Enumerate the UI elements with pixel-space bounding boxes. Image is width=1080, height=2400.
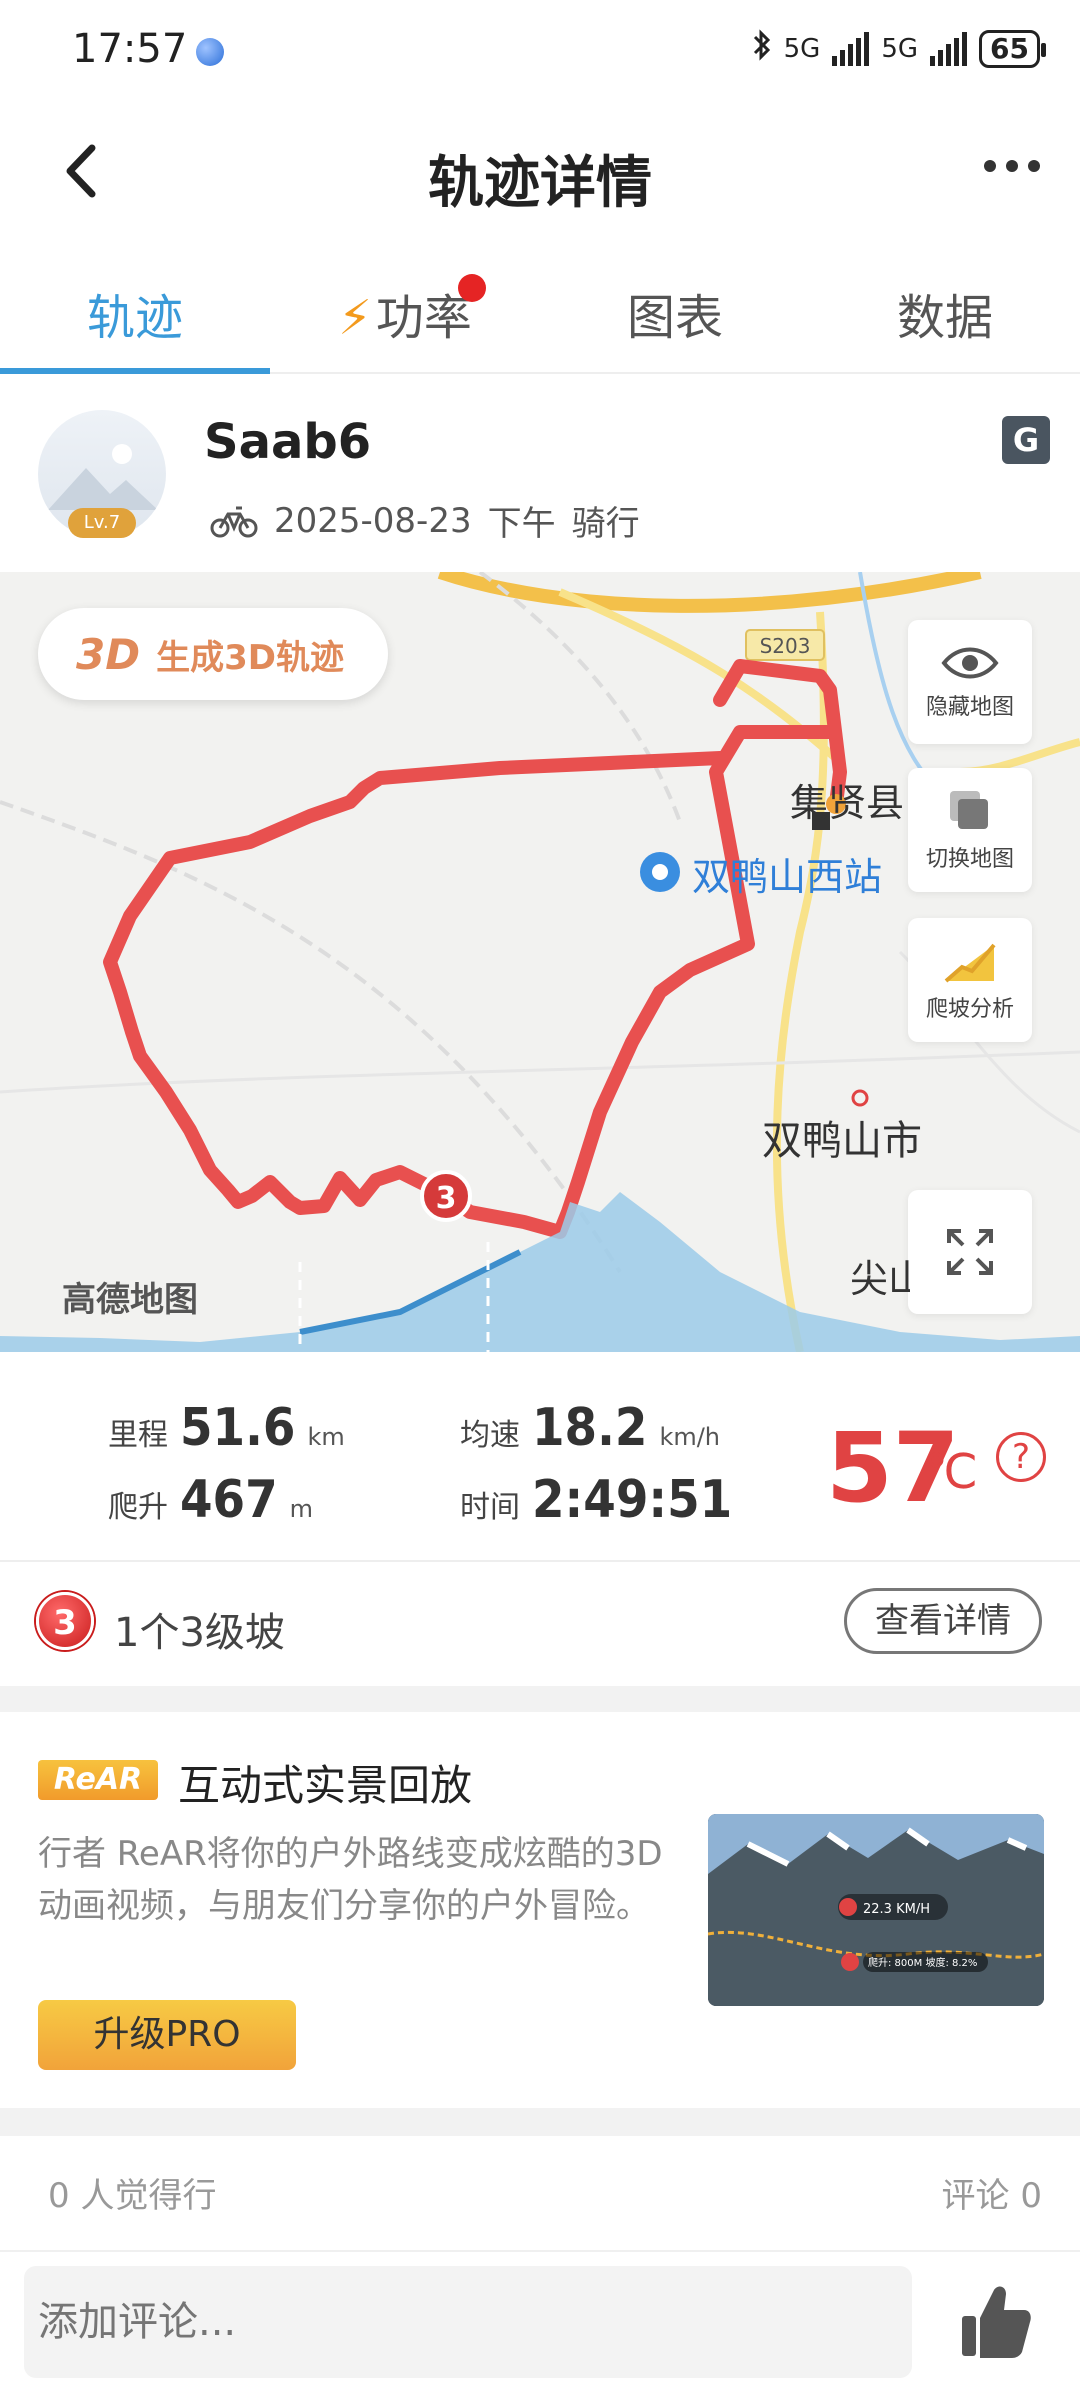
rear-description: 行者 ReAR将你的户外路线变成炫酷的3D 动画视频，与朋友们分享你的户外冒险。 xyxy=(38,1834,663,1926)
rear-preview-image[interactable]: 22.3 KM/H 爬升: 800M 坡度: 8.2% xyxy=(708,1814,1044,2006)
map-provider-logo: 高德地图 xyxy=(62,1280,198,1320)
layers-icon xyxy=(950,791,988,829)
upgrade-pro-button[interactable]: 升级PRO xyxy=(38,2000,296,2070)
status-time: 17:57 xyxy=(72,26,188,72)
activity-time-of-day: 下午 xyxy=(487,504,556,544)
rear-logo: ReAR xyxy=(38,1760,158,1800)
comment-input[interactable] xyxy=(24,2266,912,2378)
activity-meta: 2025-08-23 下午 骑行 xyxy=(210,496,640,545)
view-details-button[interactable]: 查看详情 xyxy=(844,1588,1042,1654)
tab-bar: 轨迹 ⚡功率 图表 数据 xyxy=(0,262,1080,374)
map-label-district: 尖山区 xyxy=(850,1257,910,1301)
activity-date: 2025-08-23 xyxy=(274,500,472,541)
slope-icon xyxy=(944,943,996,983)
social-summary: 0 人觉得行 评论 0 xyxy=(0,2136,1080,2236)
activity-type: 骑行 xyxy=(571,504,640,544)
app-notification-icon xyxy=(196,38,224,66)
status-bar: 17:57 5G 5G 65 xyxy=(0,0,1080,100)
rear-promo: ReAR 互动式实景回放 行者 ReAR将你的户外路线变成炫酷的3D 动画视频，… xyxy=(0,1712,1080,2108)
switch-map-button[interactable]: 切换地图 xyxy=(908,768,1032,892)
battery-icon: 65 xyxy=(979,29,1046,68)
stat-avg-speed: 均速 18.2 km/h xyxy=(460,1398,721,1458)
hide-map-button[interactable]: 隐藏地图 xyxy=(908,620,1032,744)
eye-icon xyxy=(941,647,999,679)
help-icon[interactable]: ? xyxy=(996,1432,1046,1482)
3d-icon: 3D xyxy=(76,629,141,679)
fullscreen-button[interactable] xyxy=(908,1190,1032,1314)
road-badge: S203 xyxy=(760,634,811,658)
tab-data[interactable]: 数据 xyxy=(810,262,1080,372)
user-info: Lv.7 Saab6 2025-08-23 下午 骑行 G xyxy=(0,374,1080,572)
stat-ascent: 爬升 467 m xyxy=(108,1470,314,1530)
lightning-icon: ⚡ xyxy=(338,290,372,346)
header: 轨迹详情 xyxy=(0,100,1080,250)
likes-count[interactable]: 0 人觉得行 xyxy=(48,2168,216,2217)
notification-dot xyxy=(458,274,486,302)
divider xyxy=(0,2108,1080,2136)
stat-distance: 里程 51.6 km xyxy=(108,1398,345,1458)
username[interactable]: Saab6 xyxy=(204,414,371,470)
tab-charts[interactable]: 图表 xyxy=(540,262,810,372)
tab-track[interactable]: 轨迹 xyxy=(0,262,270,374)
network-label-2: 5G xyxy=(881,33,919,64)
signal-icon xyxy=(930,31,968,66)
page-title: 轨迹详情 xyxy=(428,151,652,216)
climb-level-badge: 3 xyxy=(36,1592,94,1650)
svg-text:3: 3 xyxy=(436,1181,457,1216)
network-label-1: 5G xyxy=(783,33,821,64)
slope-analysis-button[interactable]: 爬坡分析 xyxy=(908,918,1032,1042)
preview-info: 爬升: 800M 坡度: 8.2% xyxy=(868,1956,977,1969)
more-button[interactable] xyxy=(984,160,1040,172)
rear-title: 互动式实景回放 xyxy=(178,1761,473,1810)
generate-3d-button[interactable]: 3D 生成3D轨迹 xyxy=(38,608,388,700)
stat-time: 时间 2:49:51 xyxy=(460,1470,733,1530)
signal-icon xyxy=(832,31,870,66)
tab-power[interactable]: ⚡功率 xyxy=(270,262,540,372)
thumbs-up-icon xyxy=(962,2286,1031,2358)
map-label-station: 双鸭山西站 xyxy=(692,855,883,899)
status-icons: 5G 5G 65 xyxy=(752,28,1046,69)
climb-text: 1个3级坡 xyxy=(114,1610,285,1656)
expand-icon xyxy=(947,1229,993,1275)
bluetooth-icon xyxy=(752,28,772,69)
bicycle-icon xyxy=(210,506,258,537)
track-map[interactable]: S203 3 3D 生成3D轨迹 隐藏地图 切换地图 爬坡分析 集贤县 双鸭山西… xyxy=(0,572,1080,1352)
stats-panel: 里程 51.6 km 爬升 467 m 均速 18.2 km/h 时间 2:49… xyxy=(0,1352,1080,1562)
level-badge: Lv.7 xyxy=(68,508,136,538)
share-icon[interactable]: G xyxy=(1002,416,1050,464)
map-label-county: 集贤县 xyxy=(790,781,905,825)
preview-speed: 22.3 KM/H xyxy=(863,1902,930,1917)
comment-bar xyxy=(0,2250,1080,2400)
divider xyxy=(0,1686,1080,1712)
comments-count[interactable]: 评论 0 xyxy=(942,2168,1042,2217)
like-button[interactable] xyxy=(960,2282,1032,2362)
map-label-city: 双鸭山市 xyxy=(762,1118,922,1164)
temperature-unit: ℃ xyxy=(924,1444,978,1500)
climb-summary: 3 1个3级坡 查看详情 xyxy=(0,1562,1080,1686)
